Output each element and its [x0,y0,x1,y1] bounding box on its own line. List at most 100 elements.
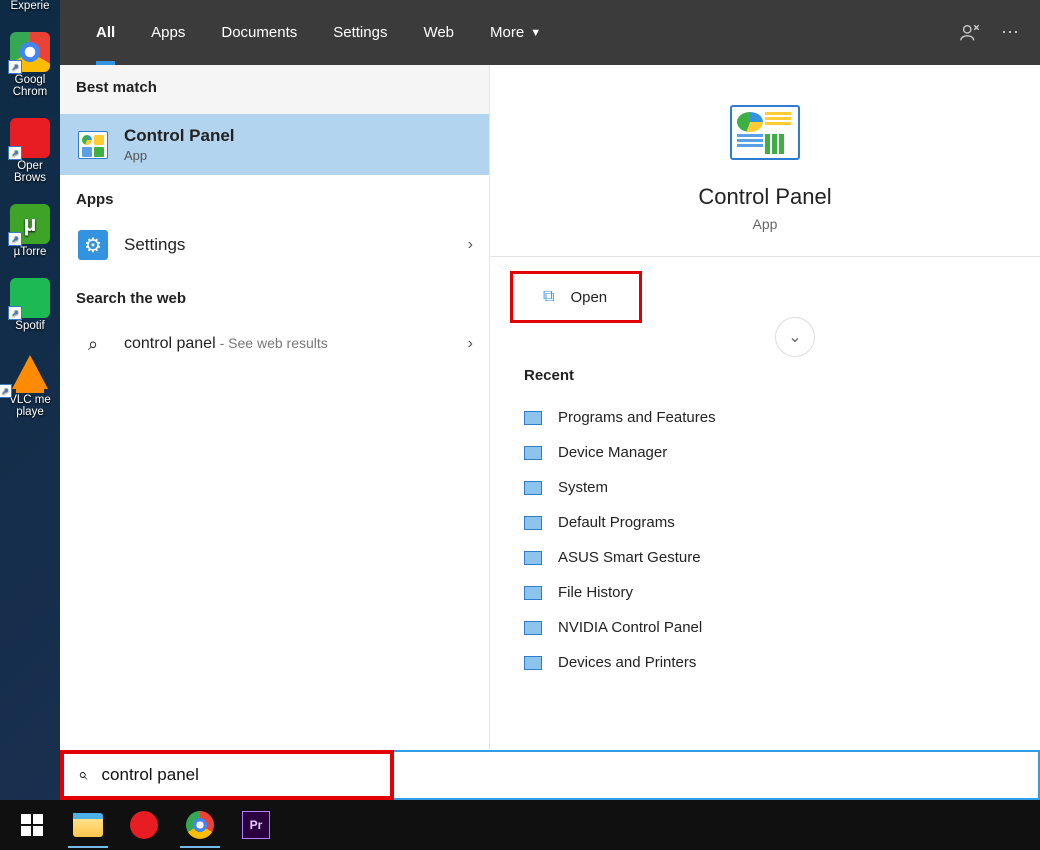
search-panel: All Apps Documents Settings Web More▼ ⋯ … [60,0,1040,800]
taskbar-chrome[interactable] [172,802,228,848]
opera-icon: ↗ [10,118,50,158]
more-options-icon[interactable]: ⋯ [990,13,1030,53]
desktop-icon-spotify[interactable]: ↗ Spotif [0,278,60,332]
desktop-icon-label: Experie [11,0,50,12]
recent-item-label: Devices and Printers [558,654,696,671]
recent-item[interactable]: System [524,470,1006,505]
gear-icon: ⚙ [76,228,110,262]
recent-item[interactable]: Programs and Features [524,400,1006,435]
taskbar-file-explorer[interactable] [60,802,116,848]
taskbar-opera[interactable] [116,802,172,848]
search-input[interactable]: ⌕ control panel [60,750,394,800]
shortcut-overlay-icon: ↗ [8,146,22,160]
tab-label: Settings [333,24,387,41]
recent-item[interactable]: ASUS Smart Gesture [524,540,1006,575]
search-tabbar: All Apps Documents Settings Web More ▼ ⋯ [60,0,1040,65]
recent-item-label: File History [558,584,633,601]
expand-chevron-icon[interactable]: ⌄ [775,317,815,357]
desktop-icon-vlc[interactable]: ↗ VLC meplaye [0,352,60,418]
shortcut-overlay-icon: ↗ [8,60,22,74]
best-match-header: Best match [76,79,473,96]
spotify-icon: ↗ [10,278,50,318]
control-panel-small-icon [524,551,542,565]
desktop-icon-utorrent[interactable]: µ↗ µTorre [0,204,60,258]
tab-more[interactable]: More ▼ [472,0,559,65]
recent-item-label: ASUS Smart Gesture [558,549,701,566]
desktop-icon-label: µTorre [14,246,47,258]
tab-label: All [96,24,115,41]
search-icon: ⌕ [76,327,110,361]
control-panel-icon [76,128,110,162]
results-list: Best match Control Panel App Apps ⚙ Sett… [60,65,490,800]
recent-item[interactable]: Default Programs [524,505,1006,540]
recent-item[interactable]: Device Manager [524,435,1006,470]
recent-item-label: Default Programs [558,514,675,531]
control-panel-small-icon [524,446,542,460]
file-explorer-icon [73,813,103,837]
control-panel-small-icon [524,411,542,425]
search-input-extension[interactable] [394,750,1040,800]
open-action-row[interactable]: ⧉ Open [510,271,642,323]
start-button[interactable] [4,802,60,848]
desktop-icon-label: VLC meplaye [9,394,51,418]
search-input-row: ⌕ control panel [60,750,1040,800]
vlc-icon: ↗ [10,352,50,392]
desktop-icon-label: Spotif [15,320,44,332]
control-panel-small-icon [524,621,542,635]
desktop-icon-experience[interactable]: Experie [0,0,60,12]
control-panel-small-icon [524,656,542,670]
preview-header: Control Panel App [490,65,1040,257]
tab-apps[interactable]: Apps [133,0,203,65]
chrome-icon: ↗ [10,32,50,72]
result-title: Control Panel [124,126,235,146]
desktop-icons: Experie ↗ GooglChrom ↗ OperBrows µ↗ µTor… [0,0,60,438]
windows-logo-icon [21,814,43,836]
chevron-right-icon: › [468,236,473,254]
tab-settings[interactable]: Settings [315,0,405,65]
control-panel-small-icon [524,586,542,600]
recent-header: Recent [524,367,1006,384]
recent-section: Recent Programs and Features Device Manag… [490,337,1040,680]
recent-item[interactable]: File History [524,575,1006,610]
desktop-icon-label: GooglChrom [13,74,48,98]
tab-documents[interactable]: Documents [203,0,315,65]
tab-label: More [490,24,524,41]
recent-item[interactable]: NVIDIA Control Panel [524,610,1006,645]
result-subtitle: App [124,148,235,163]
search-icon: ⌕ [78,765,88,785]
desktop-icon-chrome[interactable]: ↗ GooglChrom [0,32,60,98]
recent-item[interactable]: Devices and Printers [524,645,1006,680]
recent-item-label: NVIDIA Control Panel [558,619,702,636]
premiere-icon: Pr [242,811,270,839]
preview-subtitle: App [753,216,778,232]
tab-label: Documents [221,24,297,41]
tab-web[interactable]: Web [405,0,472,65]
web-hint-text: - See web results [220,335,328,351]
tab-label: Web [423,24,454,41]
feedback-icon[interactable] [950,13,990,53]
control-panel-large-icon [730,105,800,160]
tab-label: Apps [151,24,185,41]
chrome-icon [186,811,214,839]
taskbar-premiere[interactable]: Pr [228,802,284,848]
opera-icon [130,811,158,839]
chevron-right-icon: › [468,335,473,353]
chevron-down-icon: ▼ [530,27,541,39]
result-search-web[interactable]: ⌕ control panel - See web results › [60,315,489,373]
preview-pane: Control Panel App ⧉ Open ⌄ Recent Progra… [490,65,1040,800]
desktop-icon-opera[interactable]: ↗ OperBrows [0,118,60,184]
recent-item-label: Device Manager [558,444,667,461]
web-query-text: control panel [124,335,216,353]
shortcut-overlay-icon: ↗ [8,306,22,320]
search-text: control panel [102,765,199,785]
recent-item-label: Programs and Features [558,409,716,426]
preview-title: Control Panel [698,184,831,210]
search-web-header: Search the web [60,274,489,315]
open-icon: ⧉ [543,288,554,306]
result-control-panel[interactable]: Control Panel App [60,114,489,175]
result-settings[interactable]: ⚙ Settings › [60,216,489,274]
tab-all[interactable]: All [78,0,133,65]
open-label: Open [570,289,607,306]
best-match-section: Best match [60,65,489,114]
desktop-icon-label: OperBrows [14,160,46,184]
